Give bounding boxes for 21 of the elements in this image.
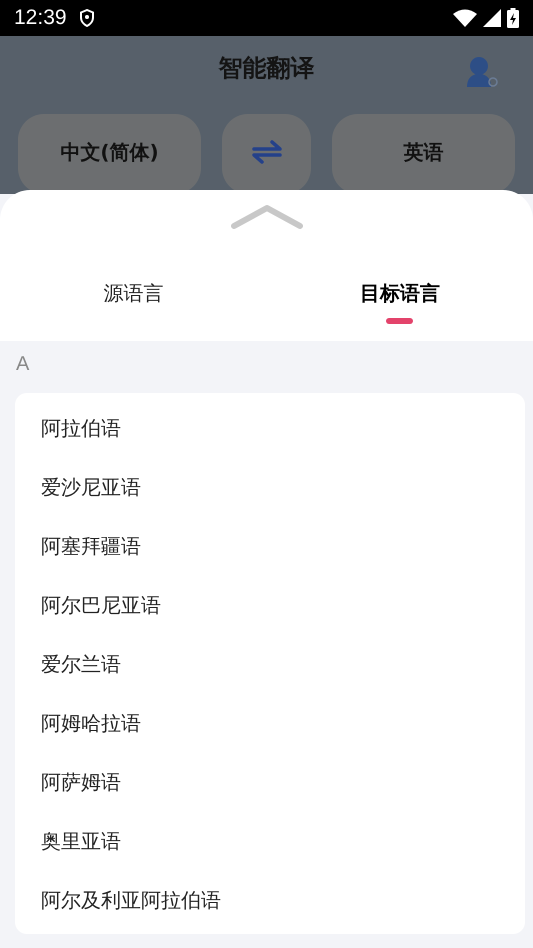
wifi-icon [453, 9, 477, 27]
language-item[interactable]: 阿尔巴尼亚语 [15, 580, 525, 639]
battery-icon [507, 8, 519, 28]
language-item[interactable]: 阿尔及利亚阿拉伯语 [15, 875, 525, 934]
language-item[interactable]: 阿塞拜疆语 [15, 521, 525, 580]
collapse-chevron-icon[interactable] [230, 204, 302, 230]
language-tab[interactable]: 源语言 [0, 280, 266, 324]
language-item[interactable]: 爱尔兰语 [15, 639, 525, 698]
language-item[interactable]: 阿萨姆语 [15, 757, 525, 816]
language-item[interactable]: 阿拉伯语 [15, 403, 525, 462]
language-item[interactable]: 爱沙尼亚语 [15, 462, 525, 521]
shield-icon [78, 9, 95, 27]
signal-icon [483, 9, 501, 27]
status-time: 12:39 [14, 6, 67, 30]
language-item[interactable]: 阿姆哈拉语 [15, 698, 525, 757]
language-tab[interactable]: 目标语言 [266, 280, 533, 324]
swap-icon [252, 140, 282, 164]
app-title: 智能翻译 [218, 52, 314, 84]
user-icon[interactable] [465, 56, 499, 88]
language-item[interactable]: 奥里亚语 [15, 816, 525, 875]
section-header: A [15, 352, 30, 377]
